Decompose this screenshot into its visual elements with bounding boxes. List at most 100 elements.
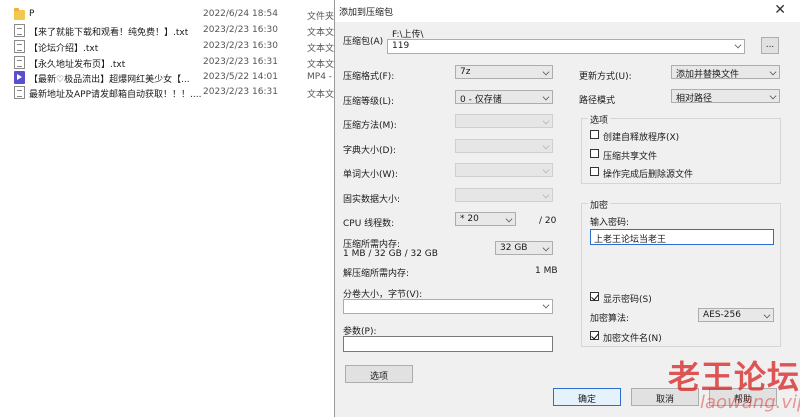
checkbox-label: 创建自释放程序(X) [603,133,680,143]
encryption-group-title: 加密 [588,198,611,211]
file-type: 文件夹 [307,12,335,22]
params-input[interactable] [343,336,553,352]
checkbox-box [590,149,599,158]
file-date: 2022/6/24 18:54 [203,9,278,19]
volume-size-combo[interactable] [343,299,553,314]
checkbox-label: 压缩共享文件 [603,152,658,162]
file-name: 最新地址及APP请发邮箱自动获取！！！.... [29,90,202,100]
chevron-down-icon [542,301,550,309]
checkbox-label: 加密文件名(N) [603,334,662,344]
title-bar[interactable]: 添加到压缩包 ✕ [335,0,800,22]
decomp-value: 1 MB [535,266,558,276]
format-value: 7z [460,67,471,77]
watermark-url: laowang.vip [700,392,800,413]
file-row[interactable]: 【论坛介绍】.txt 2023/2/23 16:30 文本文 [14,40,344,54]
file-name: 【论坛介绍】.txt [29,44,99,54]
browse-button[interactable]: ... [761,37,779,54]
mem-info: 1 MB / 32 GB / 32 GB [343,249,438,259]
dialog-title: 添加到压缩包 [339,8,394,18]
file-row[interactable]: 最新地址及APP请发邮箱自动获取！！！.... 2023/2/23 16:31 … [14,86,344,100]
file-date: 2023/2/23 16:30 [203,41,278,51]
file-date: 2023/2/23 16:31 [203,87,278,97]
ok-button[interactable]: 确定 [553,388,621,406]
options-label: 选项 [369,372,388,382]
mem-select[interactable]: 32 GB [495,241,553,255]
method-label: 压缩方法(M): [343,121,397,131]
chevron-down-icon [542,191,550,199]
checkbox-box [590,130,599,139]
file-row[interactable]: P 2022/6/24 18:54 文件夹 [14,8,344,22]
decomp-label: 解压缩所需内存: [343,269,410,279]
file-list: P 2022/6/24 18:54 文件夹 【来了就能下载和观看！纯免费！】.t… [0,0,340,417]
word-select[interactable] [455,163,553,177]
encryption-group: 加密 输入密码: 上老王论坛当老王 显示密码(S) 加密算法: AES-256 … [581,198,781,347]
path-mode-label: 路径模式 [579,96,616,106]
checkbox-label: 操作完成后删除源文件 [603,170,694,180]
file-name: 【来了就能下载和观看！纯免费！】.txt [29,28,189,38]
browse-label: ... [765,40,775,50]
method-select[interactable] [455,114,553,128]
close-icon[interactable]: ✕ [774,2,786,18]
archive-name-combo[interactable]: 119 [387,39,745,54]
chevron-down-icon [542,117,550,125]
level-value: 0 - 仅存储 [460,95,502,105]
chevron-down-icon [542,142,550,150]
chevron-down-icon [769,68,777,76]
file-name: 【最新♡极品流出】超爆网红美少女【... [29,75,190,85]
update-value: 添加并替换文件 [676,70,740,80]
update-label: 更新方式(U): [579,72,632,82]
file-type: 文本文 [307,60,335,70]
chevron-down-icon [542,93,550,101]
checkbox-box [590,292,599,301]
text-file-icon [14,40,25,53]
solid-select[interactable] [455,188,553,202]
word-label: 单词大小(W): [343,170,398,180]
password-value: 上老王论坛当老王 [594,235,667,245]
cpu-label: CPU 线程数: [343,219,395,229]
chevron-down-icon [769,92,777,100]
chevron-down-icon [542,166,550,174]
options-button[interactable]: 选项 [345,365,413,383]
update-mode-select[interactable]: 添加并替换文件 [671,65,780,80]
path-mode-value: 相对路径 [676,94,713,104]
checkbox-label: 显示密码(S) [603,295,652,305]
password-input[interactable]: 上老王论坛当老王 [590,229,774,245]
dict-label: 字典大小(D): [343,146,396,156]
chevron-down-icon [542,244,550,252]
file-type: 文本文 [307,90,335,100]
cpu-max: / 20 [539,216,557,226]
password-label: 输入密码: [590,218,630,228]
encryption-method-select[interactable]: AES-256 [698,308,774,322]
text-file-icon [14,86,25,99]
file-name: P [29,9,35,19]
level-label: 压缩等级(L): [343,97,395,107]
format-select[interactable]: 7z [455,65,553,79]
dict-select[interactable] [455,139,553,153]
file-type: 文本文 [307,44,335,54]
level-select[interactable]: 0 - 仅存储 [455,90,553,105]
options-group-title: 选项 [588,113,611,126]
options-group: 选项 创建自释放程序(X) 压缩共享文件 操作完成后删除源文件 [581,113,781,184]
file-name: 【永久地址发布页】.txt [29,60,126,70]
path-mode-select[interactable]: 相对路径 [671,89,780,104]
file-date: 2023/2/23 16:30 [203,25,278,35]
chevron-down-icon [505,215,513,223]
encryption-method-label: 加密算法: [590,314,630,324]
file-type: MP4 - [307,72,333,82]
format-label: 压缩格式(F): [343,72,395,82]
text-file-icon [14,56,25,69]
chevron-down-icon [763,311,771,319]
cpu-threads-select[interactable]: * 20 [455,212,516,226]
chevron-down-icon [734,41,742,49]
file-row[interactable]: 【最新♡极品流出】超爆网红美少女【... 2023/5/22 14:01 MP4… [14,71,344,85]
file-date: 2023/5/22 14:01 [203,72,278,82]
solid-label: 固实数据大小: [343,195,401,205]
folder-icon [14,8,25,20]
archive-label: 压缩包(A) [343,37,384,47]
checkbox-box [590,167,599,176]
file-row[interactable]: 【来了就能下载和观看！纯免费！】.txt 2023/2/23 16:30 文本文 [14,24,344,38]
file-row[interactable]: 【永久地址发布页】.txt 2023/2/23 16:31 文本文 [14,56,344,70]
video-file-icon [14,71,25,84]
ok-label: 确定 [577,395,596,405]
archive-name-value: 119 [392,41,410,51]
